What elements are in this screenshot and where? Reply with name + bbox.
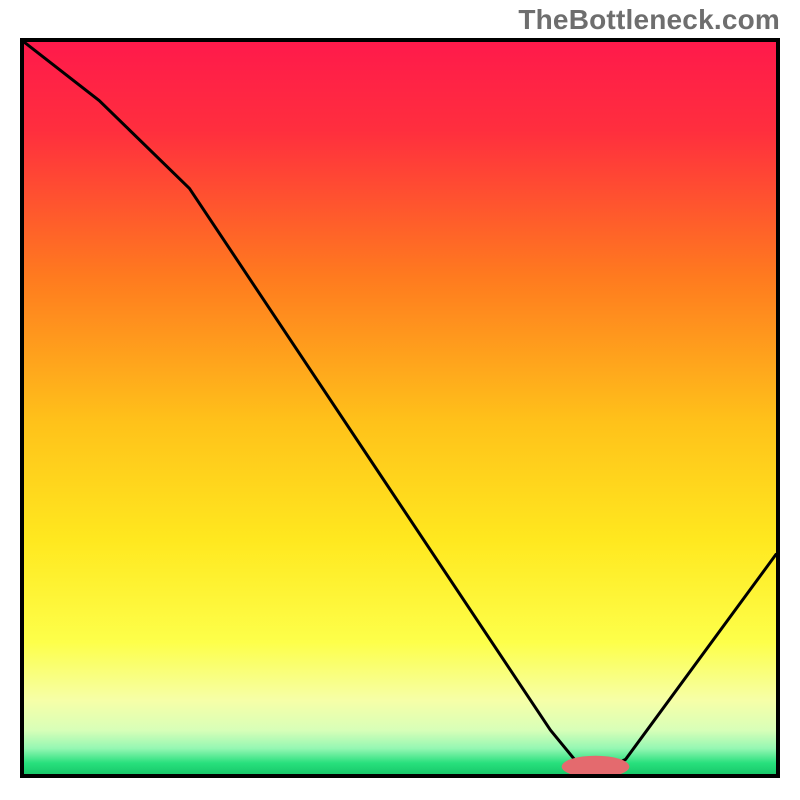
heat-background (24, 42, 776, 774)
bottleneck-chart (24, 42, 776, 774)
watermark-text: TheBottleneck.com (518, 4, 780, 36)
plot-frame (20, 38, 780, 778)
chart-stage: TheBottleneck.com (0, 0, 800, 800)
